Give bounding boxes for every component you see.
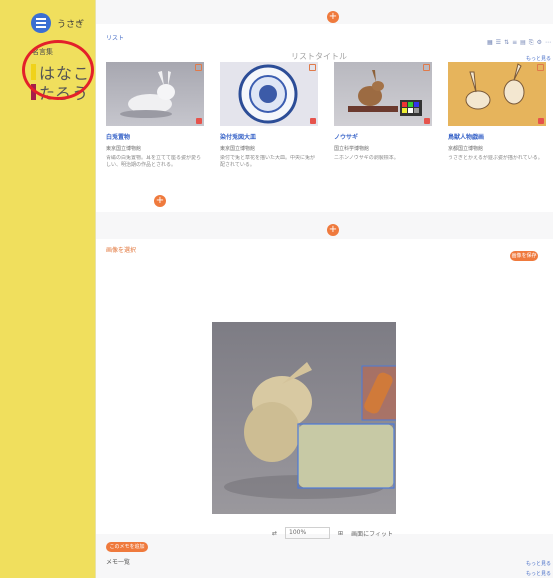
list-header-label[interactable]: リスト [106, 33, 124, 42]
cart-icon[interactable] [195, 64, 202, 71]
notes-label: メモ一覧 [106, 559, 131, 566]
plate-image [238, 64, 298, 124]
add-section-button[interactable]: + [327, 11, 339, 23]
add-note-button[interactable]: このメモを追加 [106, 542, 148, 552]
bookmark-icon[interactable] [538, 118, 544, 124]
list-toolbar: ▦ ☰ ⇅ ≡ ▤ ⎘ ⚙ ⋯ [487, 39, 551, 47]
rabbit-figurine-image [120, 71, 175, 118]
item-title[interactable]: 染付兎図大皿 [220, 132, 318, 141]
item-thumbnail[interactable] [334, 62, 432, 126]
zoom-select[interactable]: 100% [285, 527, 331, 539]
filter-icon[interactable]: ≡ [512, 39, 517, 47]
bookmark-icon[interactable] [310, 118, 316, 124]
image-stage[interactable] [212, 322, 401, 514]
list-icon[interactable]: ☰ [496, 39, 501, 47]
cart-icon[interactable] [537, 64, 544, 71]
rotate-icon[interactable]: ⇄ [272, 530, 277, 537]
viewer-label: 画像を選択 [106, 247, 137, 254]
list-more-link[interactable]: もっと見る [526, 55, 551, 62]
item-description: 染付で兎と草花を描いた大皿。中央に兎が配されている。 [220, 155, 316, 168]
menu-button[interactable] [31, 13, 51, 33]
cart-icon[interactable] [309, 64, 316, 71]
item-title[interactable]: ノウサギ [334, 132, 432, 141]
hamburger-icon [36, 17, 46, 29]
notes-more-link[interactable]: もっと見る [526, 570, 551, 577]
viewer-controls: ⇄ 100% ⊞ 画面にフィット [272, 527, 393, 539]
save-image-button[interactable]: 画像を保存 [510, 251, 538, 261]
list-item[interactable]: 鳥獣人物戯画 京都国立博物館 うさぎとかえるが遊ぶ姿が描かれている。 [448, 62, 546, 177]
list-item[interactable]: 白兎置物 東京国立博物館 青磁の白兎置物。耳を立てて座る姿が愛らしい、明治期の作… [106, 62, 204, 177]
list-item[interactable]: ノウサギ 国立科学博物館 ニホンノウサギの剥製標本。 [334, 62, 432, 177]
fit-button[interactable]: 画面にフィット [351, 529, 393, 538]
fit-icon[interactable]: ⊞ [338, 530, 343, 537]
item-thumbnail[interactable] [106, 62, 204, 126]
item-description: 青磁の白兎置物。耳を立てて座る姿が愛らしい、明治期の作品とされる。 [106, 155, 202, 168]
load-more-button[interactable]: + [154, 195, 166, 207]
share-icon[interactable]: ⎘ [529, 39, 534, 47]
sidebar: うさぎ 名言集 はなこ たろう [0, 0, 95, 578]
table-icon[interactable]: ▤ [520, 39, 526, 47]
bookmark-icon[interactable] [196, 118, 202, 124]
add-section-button[interactable]: + [327, 224, 339, 236]
app-title: うさぎ [57, 20, 85, 30]
rabbit-mortar-image [224, 362, 401, 499]
item-subtitle: 京都国立博物館 [448, 146, 484, 152]
item-subtitle: 東京国立博物館 [220, 146, 256, 152]
item-thumbnail[interactable] [448, 62, 546, 126]
highlight-circle [22, 40, 94, 100]
item-description: ニホンノウサギの剥製標本。 [334, 155, 399, 161]
item-title[interactable]: 鳥獣人物戯画 [448, 132, 546, 141]
settings-icon[interactable]: ⚙ [537, 39, 542, 47]
item-title[interactable]: 白兎置物 [106, 132, 204, 141]
item-description: うさぎとかえるが遊ぶ姿が描かれている。 [448, 155, 543, 161]
grid-icon[interactable]: ▦ [487, 39, 493, 47]
bookmark-icon[interactable] [424, 118, 430, 124]
item-subtitle: 国立科学博物館 [334, 146, 370, 152]
notes-more-link[interactable]: もっと見る [526, 560, 551, 567]
item-thumbnail[interactable] [220, 62, 318, 126]
list-title: リストタイトル [291, 52, 347, 61]
main-content: + リスト リストタイトル ▦ ☰ ⇅ ≡ ▤ ⎘ ⚙ ⋯ もっと見る 白兎置物… [95, 0, 553, 578]
hare-specimen-image [348, 70, 422, 116]
list-item[interactable]: 染付兎図大皿 東京国立博物館 染付で兎と草花を描いた大皿。中央に兎が配されている… [220, 62, 318, 177]
sort-icon[interactable]: ⇅ [504, 39, 509, 47]
cart-icon[interactable] [423, 64, 430, 71]
item-subtitle: 東京国立博物館 [106, 146, 142, 152]
more-icon[interactable]: ⋯ [545, 39, 551, 47]
scroll-painting-image [465, 63, 525, 110]
